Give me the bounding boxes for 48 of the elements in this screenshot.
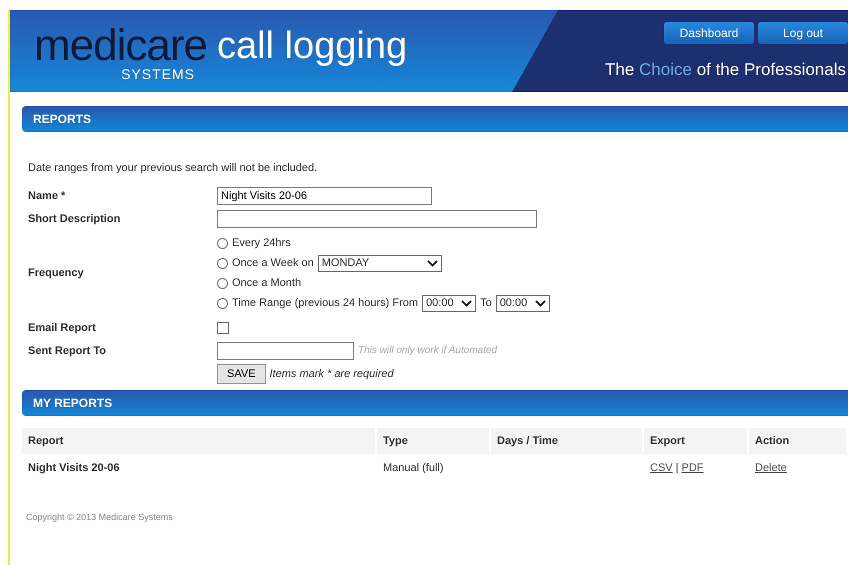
radio-button[interactable]	[217, 298, 228, 308]
tagline: The Choice of the Professionals	[605, 60, 847, 80]
column-header: Type	[377, 428, 489, 454]
option-label: Once a Week on	[232, 257, 314, 269]
section-header: REPORTS	[22, 106, 848, 132]
section-header: MY REPORTS	[22, 390, 848, 416]
export-link[interactable]: CSV	[650, 462, 673, 474]
export-link[interactable]: PDF	[681, 462, 704, 474]
delete-link[interactable]: Delete	[755, 462, 787, 474]
option-label: To	[480, 297, 492, 309]
radio-button[interactable]	[217, 258, 228, 268]
column-header: Action	[749, 428, 846, 454]
chevron-down-icon	[426, 260, 438, 266]
hint-text: This will only work if Automated	[358, 345, 498, 356]
time-select[interactable]: 00:00	[496, 294, 550, 312]
column-header: Export	[644, 428, 747, 454]
option-label: Every 24hrs	[232, 237, 291, 249]
radio-button[interactable]	[217, 278, 228, 288]
field-label: Email Report	[28, 322, 96, 334]
field-label: Frequency	[28, 267, 84, 279]
info-text: Date ranges from your previous search will not be included.	[28, 162, 318, 174]
header-button[interactable]: Log out	[758, 22, 848, 44]
chevron-down-icon	[534, 300, 546, 306]
table-cell-text: Manual (full)	[382, 461, 445, 476]
chevron-down-icon	[461, 300, 472, 306]
save-button[interactable]: SAVE	[217, 364, 266, 384]
weekday-select[interactable]: MONDAY	[318, 254, 442, 272]
name-field[interactable]: Night Visits 20-06	[217, 186, 432, 204]
table-cell-text: Night Visits 20-06	[27, 461, 120, 476]
column-header: Report	[22, 428, 375, 454]
copyright-text: Copyright © 2013 Medicare Systems	[26, 512, 174, 522]
brand-subtitle: SYSTEMS	[121, 68, 195, 80]
required-note: Items mark * are required	[270, 368, 394, 380]
option-label: Time Range (previous 24 hours) From	[232, 297, 418, 309]
field-label: Name *	[28, 190, 66, 202]
radio-button[interactable]	[217, 238, 228, 248]
description-field[interactable]	[217, 210, 537, 228]
field-label: Sent Report To	[28, 344, 106, 356]
option-label: Once a Month	[232, 277, 302, 289]
checkbox[interactable]	[217, 322, 229, 334]
email-field[interactable]	[217, 342, 354, 360]
separator-text: |	[676, 462, 678, 474]
product-name: call logging	[216, 24, 408, 68]
header-button[interactable]: Dashboard	[664, 22, 754, 44]
column-header: Days / Time	[491, 428, 642, 454]
time-select[interactable]: 00:00	[422, 294, 476, 312]
brand-name: medicare	[34, 24, 207, 68]
field-label: Short Description	[28, 212, 120, 224]
